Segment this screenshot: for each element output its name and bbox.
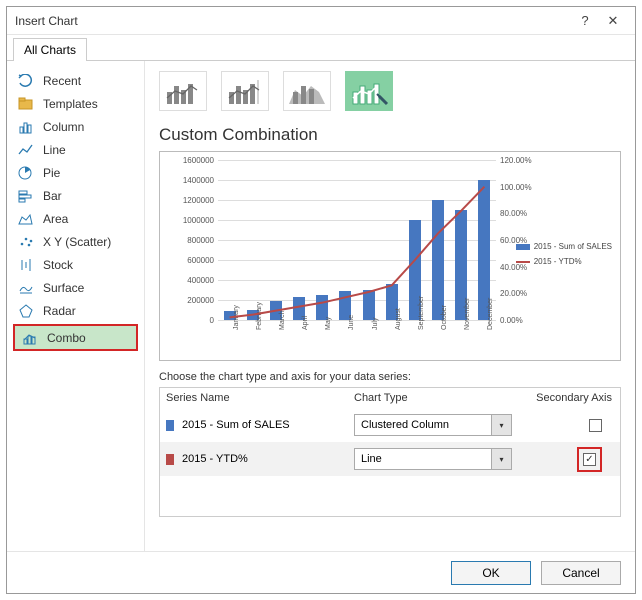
- series-swatch: [166, 454, 174, 465]
- titlebar: Insert Chart ? ✕: [7, 7, 635, 35]
- col-secondary-axis: Secondary Axis: [534, 392, 614, 404]
- chart-type-dropdown[interactable]: Line ▾: [354, 448, 512, 470]
- legend-item-2: 2015 - YTD%: [516, 257, 612, 266]
- surface-icon: [17, 280, 35, 296]
- sidebar-item-label: X Y (Scatter): [43, 235, 111, 249]
- chart-preview: 0200000400000600000800000100000012000001…: [159, 151, 621, 361]
- sidebar-item-stock[interactable]: Stock: [11, 253, 140, 276]
- chart-legend: 2015 - Sum of SALES 2015 - YTD%: [516, 242, 612, 272]
- chart-type-dropdown[interactable]: Clustered Column ▾: [354, 414, 512, 436]
- sidebar-item-label: Surface: [43, 281, 84, 295]
- sidebar-item-label: Radar: [43, 304, 76, 318]
- sidebar-item-label: Bar: [43, 189, 62, 203]
- col-series-name: Series Name: [166, 392, 354, 404]
- sidebar-item-label: Stock: [43, 258, 73, 272]
- chevron-down-icon: ▾: [491, 449, 511, 469]
- plot-area: [218, 160, 496, 320]
- sidebar-item-pie[interactable]: Pie: [11, 161, 140, 184]
- sidebar-item-surface[interactable]: Surface: [11, 276, 140, 299]
- col-chart-type: Chart Type: [354, 392, 534, 404]
- chart-subtype-thumbs: [159, 71, 621, 111]
- pie-icon: [17, 165, 35, 181]
- sidebar-item-area[interactable]: Area: [11, 207, 140, 230]
- sidebar-item-label: Area: [43, 212, 68, 226]
- ok-button[interactable]: OK: [451, 561, 531, 585]
- column-icon: [17, 119, 35, 135]
- recent-icon: [17, 73, 35, 89]
- radar-icon: [17, 303, 35, 319]
- sidebar-item-scatter[interactable]: X Y (Scatter): [11, 230, 140, 253]
- cancel-button[interactable]: Cancel: [541, 561, 621, 585]
- close-button[interactable]: ✕: [599, 13, 627, 29]
- series-swatch: [166, 420, 174, 431]
- sidebar-item-label: Column: [43, 120, 84, 134]
- tab-all-charts[interactable]: All Charts: [13, 38, 87, 61]
- help-button[interactable]: ?: [571, 13, 599, 28]
- series-table: Series Name Chart Type Secondary Axis 20…: [159, 387, 621, 517]
- sidebar-item-label: Recent: [43, 74, 81, 88]
- series-table-header: Series Name Chart Type Secondary Axis: [160, 388, 620, 408]
- sidebar-item-radar[interactable]: Radar: [11, 299, 140, 322]
- sidebar-item-combo[interactable]: Combo: [15, 326, 136, 349]
- sidebar-item-label: Pie: [43, 166, 60, 180]
- scatter-icon: [17, 234, 35, 250]
- series-name-label: 2015 - YTD%: [182, 453, 248, 465]
- bar-icon: [17, 188, 35, 204]
- series-row: 2015 - Sum of SALES Clustered Column ▾: [160, 408, 620, 442]
- combo-subtype-1[interactable]: [159, 71, 207, 111]
- stock-icon: [17, 257, 35, 273]
- combo-subtype-2[interactable]: [221, 71, 269, 111]
- chevron-down-icon: ▾: [491, 415, 511, 435]
- chart-type-sidebar: Recent Templates Column Line Pie Bar: [7, 61, 145, 551]
- main-panel: Custom Combination 020000040000060000080…: [145, 61, 635, 551]
- legend-item-1: 2015 - Sum of SALES: [516, 242, 612, 251]
- dialog-footer: OK Cancel: [7, 551, 635, 593]
- sidebar-item-label: Combo: [47, 331, 86, 345]
- section-title: Custom Combination: [159, 125, 621, 145]
- sidebar-item-label: Templates: [43, 97, 98, 111]
- line-icon: [17, 142, 35, 158]
- sidebar-item-line[interactable]: Line: [11, 138, 140, 161]
- insert-chart-dialog: Insert Chart ? ✕ All Charts Recent Templ…: [6, 6, 636, 594]
- combo-subtype-3[interactable]: [283, 71, 331, 111]
- secondary-axis-checkbox[interactable]: ✓: [583, 453, 596, 466]
- sidebar-item-bar[interactable]: Bar: [11, 184, 140, 207]
- secondary-axis-checkbox[interactable]: [589, 419, 602, 432]
- series-caption: Choose the chart type and axis for your …: [159, 371, 621, 383]
- templates-icon: [17, 96, 35, 112]
- series-name-label: 2015 - Sum of SALES: [182, 419, 290, 431]
- sidebar-item-column[interactable]: Column: [11, 115, 140, 138]
- sidebar-item-recent[interactable]: Recent: [11, 69, 140, 92]
- area-icon: [17, 211, 35, 227]
- dialog-title: Insert Chart: [15, 14, 78, 28]
- combo-subtype-custom[interactable]: [345, 71, 393, 111]
- combo-icon: [21, 330, 39, 346]
- sidebar-item-templates[interactable]: Templates: [11, 92, 140, 115]
- series-row: 2015 - YTD% Line ▾ ✓: [160, 442, 620, 476]
- tab-strip: All Charts: [7, 35, 635, 61]
- sidebar-item-label: Line: [43, 143, 66, 157]
